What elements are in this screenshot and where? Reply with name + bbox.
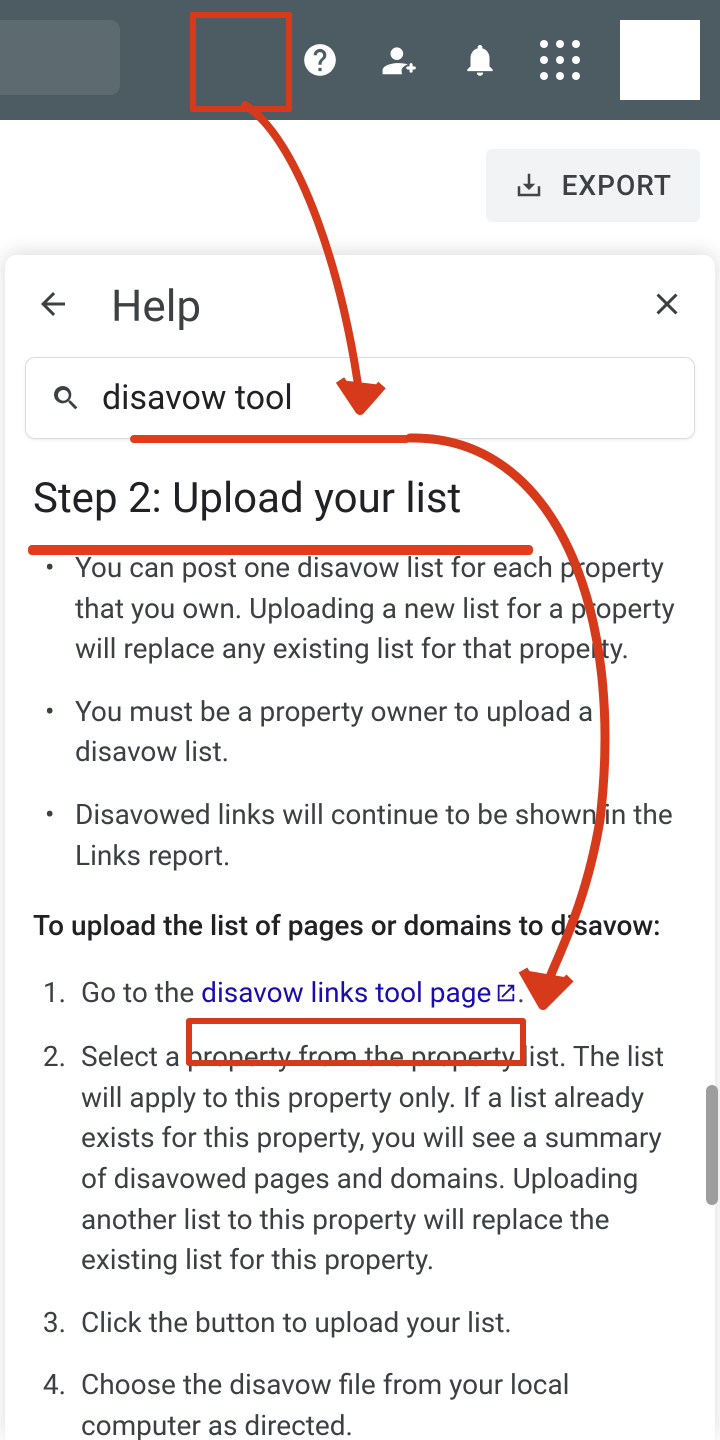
external-link-icon [495,975,517,1016]
back-button[interactable] [35,286,71,326]
close-button[interactable] [649,286,685,326]
list-item: You must be a property owner to upload a… [45,692,687,773]
help-article-content: Step 2: Upload your list You can post on… [5,469,715,1440]
user-settings-icon[interactable] [380,40,420,80]
article-bullet-list: You can post one disavow list for each p… [33,548,687,876]
article-heading: Step 2: Upload your list [33,474,687,523]
close-icon [649,286,685,322]
export-button-label: EXPORT [562,169,672,202]
export-button[interactable]: EXPORT [486,149,700,222]
arrow-left-icon [35,286,71,322]
list-item: Click the button to upload your list. [73,1303,687,1344]
notifications-icon[interactable] [460,40,500,80]
article-subheading: To upload the list of pages or domains t… [33,906,687,945]
help-title: Help [111,280,609,332]
download-icon [514,170,544,200]
list-item: Disavowed links will continue to be show… [45,795,687,876]
apps-grid-icon[interactable] [540,40,580,80]
help-search-input[interactable] [102,378,670,418]
scrollbar-thumb[interactable] [706,1085,718,1205]
property-selector-pill[interactable] [0,20,120,95]
article-steps-list: Go to the disavow links tool page. Selec… [33,973,687,1440]
avatar[interactable] [620,20,700,100]
help-search-box[interactable] [25,357,695,439]
help-header: Help [5,255,715,357]
list-item: Choose the disavow file from your local … [73,1365,687,1440]
list-item: Select a property from the property list… [73,1037,687,1281]
help-icon[interactable] [300,40,340,80]
list-item: Go to the disavow links tool page. [73,973,687,1015]
help-panel: Help Step 2: Upload your list You can po… [5,255,715,1440]
top-toolbar [0,0,720,120]
list-item: You can post one disavow list for each p… [45,548,687,670]
export-toolbar: EXPORT [0,120,720,250]
disavow-tool-link[interactable]: disavow links tool page [201,976,517,1009]
search-icon [50,382,82,414]
